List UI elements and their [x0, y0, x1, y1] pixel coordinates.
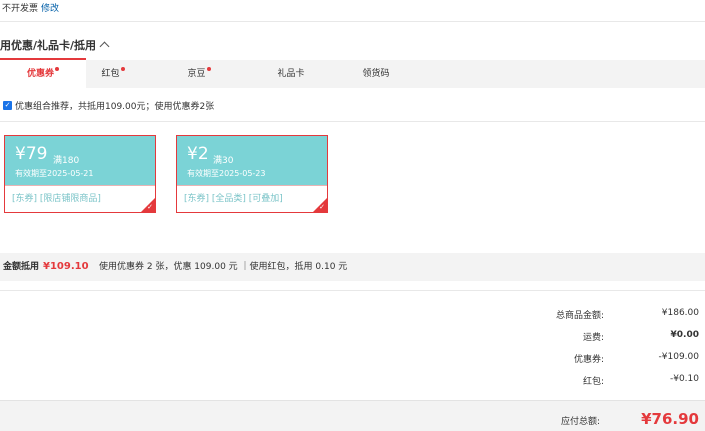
coupon-tags: [东券] [全品类] [可叠加]	[177, 185, 327, 212]
new-dot-icon	[55, 67, 59, 71]
tab-gift-card[interactable]: 礼品卡	[248, 60, 334, 88]
total-goods-label: 总商品金额:	[555, 311, 604, 321]
coupon-condition: 满30	[213, 156, 234, 166]
summary-label: 金额抵用	[3, 262, 40, 272]
invoice-edit-link[interactable]: 修改	[41, 4, 59, 14]
check-icon: ✓	[147, 203, 153, 211]
shipping-label: 运费:	[582, 333, 604, 343]
divider	[0, 290, 705, 291]
shipping-value: ¥0.00	[670, 330, 699, 340]
coupon-card[interactable]: ¥79 满180 有效期至2025-05-21 [东券] [限店铺限商品] ✓	[4, 135, 156, 213]
coupon-card[interactable]: ¥2 满30 有效期至2025-05-23 [东券] [全品类] [可叠加] ✓	[176, 135, 328, 213]
discount-section-title[interactable]: 用优惠/礼品卡/抵用	[0, 37, 110, 53]
coupon-discount-label: 优惠券:	[573, 355, 604, 365]
recommend-row: ✓ 优惠组合推荐，共抵用109.00元；使用优惠券2张	[3, 99, 214, 112]
coupon-amount: ¥79	[15, 144, 48, 164]
payable-value: ¥76.90	[641, 410, 699, 428]
tab-label: 领货码	[362, 69, 390, 79]
tab-label: 礼品卡	[277, 69, 305, 79]
tab-jd-beans[interactable]: 京豆	[156, 60, 242, 88]
chevron-up-icon[interactable]	[99, 41, 110, 52]
coupon-validity: 有效期至2025-05-23	[187, 169, 266, 178]
red-packet-label: 红包:	[582, 377, 604, 387]
recommend-checkbox[interactable]: ✓	[3, 101, 12, 110]
red-packet-value: -¥0.10	[669, 374, 699, 384]
coupon-discount-value: -¥109.00	[658, 352, 699, 362]
summary-amount: ¥109.10	[43, 261, 89, 272]
divider	[0, 21, 705, 22]
coupon-tags: [东券] [限店铺限商品]	[5, 185, 155, 212]
summary-detail: 使用优惠券 2 张，优惠 109.00 元 ｜使用红包，抵用 0.10 元	[99, 262, 348, 272]
tab-label: 红包	[101, 69, 120, 79]
section-title-text: 用优惠/礼品卡/抵用	[0, 39, 97, 52]
tab-red-packet[interactable]: 红包	[70, 60, 156, 88]
tab-redeem-code[interactable]: 领货码	[333, 60, 419, 88]
payable-label: 应付总额:	[560, 417, 600, 427]
new-dot-icon	[120, 67, 125, 71]
coupon-header: ¥79 满180 有效期至2025-05-21	[5, 136, 155, 185]
tab-label: 优惠券	[26, 69, 54, 79]
coupon-amount: ¥2	[187, 144, 209, 164]
coupon-validity: 有效期至2025-05-21	[15, 169, 94, 178]
check-icon: ✓	[319, 203, 325, 211]
discount-summary-bar: 金额抵用 ¥109.10 使用优惠券 2 张，优惠 109.00 元 ｜使用红包…	[0, 253, 705, 281]
coupon-condition: 满180	[53, 156, 80, 166]
coupon-header: ¥2 满30 有效期至2025-05-23	[177, 136, 327, 185]
total-goods-value: ¥186.00	[661, 308, 699, 318]
divider	[0, 121, 705, 122]
payable-bar: 应付总额: ¥76.90	[0, 400, 705, 431]
invoice-row: 不开发票 修改	[2, 1, 59, 14]
tab-label: 京豆	[187, 69, 206, 79]
discount-tabs: 优惠券 红包 京豆 礼品卡 领货码	[0, 58, 705, 90]
recommend-text: 优惠组合推荐，共抵用109.00元；使用优惠券2张	[15, 102, 215, 112]
new-dot-icon	[206, 67, 211, 71]
invoice-status: 不开发票	[2, 4, 39, 14]
